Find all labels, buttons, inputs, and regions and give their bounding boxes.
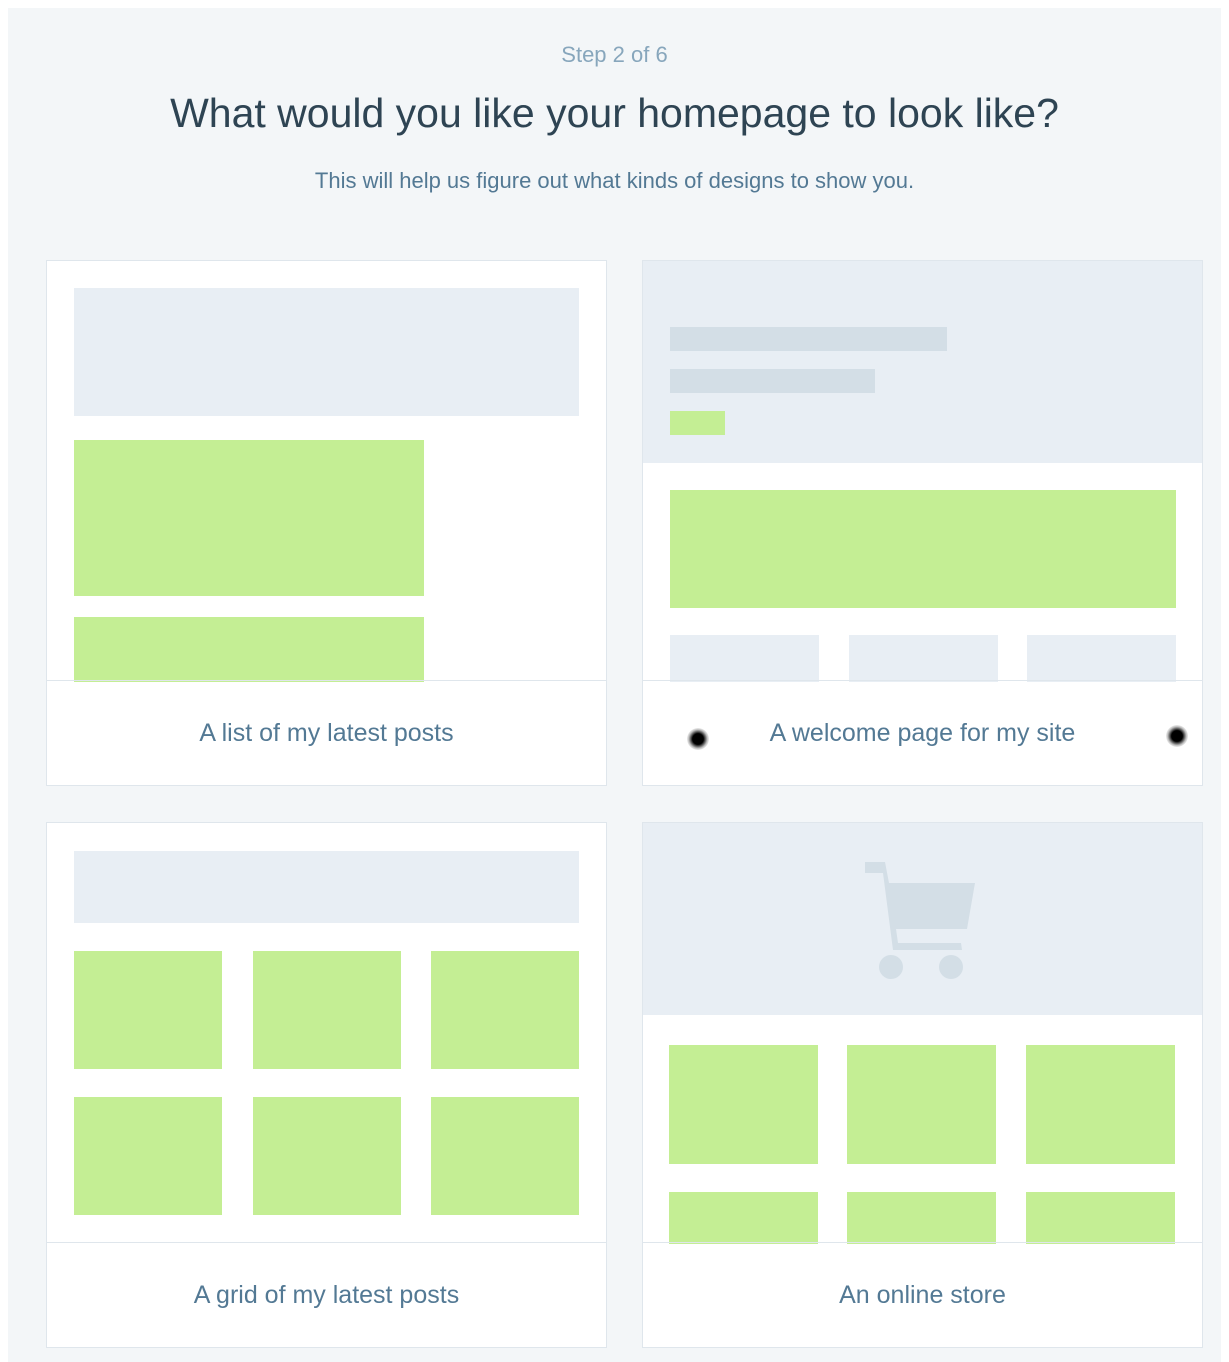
product-placeholder	[669, 1192, 818, 1244]
post-placeholder	[74, 440, 424, 596]
header-placeholder	[74, 288, 579, 416]
grid-item-placeholder	[253, 951, 401, 1069]
heading-placeholder	[670, 327, 947, 351]
product-placeholder	[847, 1045, 996, 1164]
option-label: A list of my latest posts	[47, 680, 606, 785]
option-label: A welcome page for my site	[643, 680, 1202, 785]
option-card-welcome-page[interactable]: A welcome page for my site	[642, 260, 1203, 786]
column-placeholder	[1027, 635, 1176, 682]
online-store-preview	[643, 823, 1202, 1244]
page: Step 2 of 6 What would you like your hom…	[8, 8, 1221, 1362]
grid-item-placeholder	[431, 1097, 579, 1215]
option-card-posts-grid[interactable]: A grid of my latest posts	[46, 822, 607, 1348]
feature-placeholder	[670, 490, 1176, 608]
grid-item-placeholder	[253, 1097, 401, 1215]
page-title: What would you like your homepage to loo…	[170, 90, 1059, 136]
cursor-dot	[1166, 725, 1188, 747]
grid-item-placeholder	[74, 951, 222, 1069]
grid-item-placeholder	[74, 1097, 222, 1215]
post-placeholder	[74, 617, 424, 682]
option-card-posts-list[interactable]: A list of my latest posts	[46, 260, 607, 786]
header-placeholder	[74, 851, 579, 923]
posts-grid-preview	[47, 823, 606, 1244]
posts-list-preview	[47, 261, 606, 682]
grid-item-placeholder	[431, 951, 579, 1069]
hero-placeholder	[643, 261, 1202, 463]
option-card-online-store[interactable]: An online store	[642, 822, 1203, 1348]
welcome-page-preview	[643, 261, 1202, 682]
product-placeholder	[847, 1192, 996, 1244]
option-label: An online store	[643, 1242, 1202, 1347]
product-placeholder	[1026, 1192, 1175, 1244]
text-placeholder	[670, 369, 875, 393]
column-placeholder	[670, 635, 819, 682]
column-placeholder	[849, 635, 998, 682]
product-placeholder	[1026, 1045, 1175, 1164]
page-subtitle: This will help us figure out what kinds …	[314, 168, 915, 193]
option-label: A grid of my latest posts	[47, 1242, 606, 1347]
shopping-cart-icon	[865, 862, 975, 979]
button-placeholder	[670, 411, 725, 435]
cursor-dot	[687, 728, 709, 750]
product-placeholder	[669, 1045, 818, 1164]
step-indicator: Step 2 of 6	[561, 42, 668, 67]
